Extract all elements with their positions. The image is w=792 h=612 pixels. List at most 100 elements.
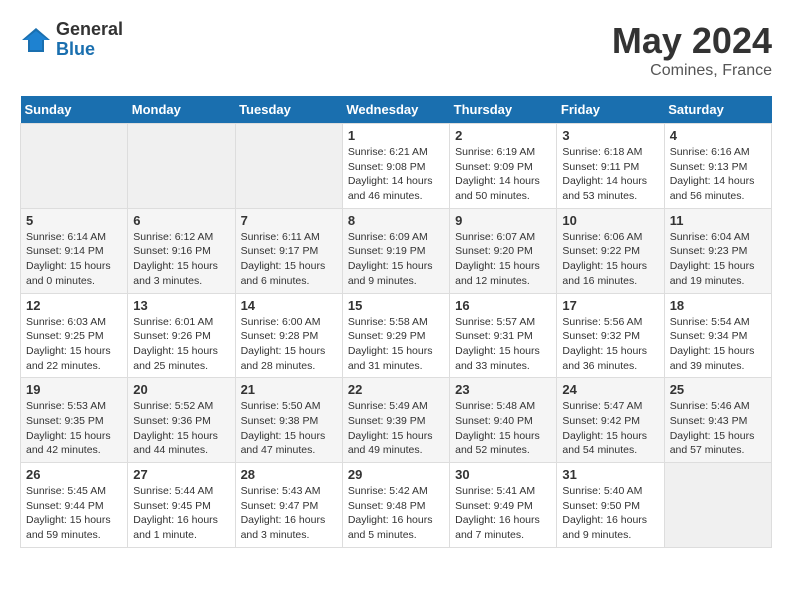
day-info: Sunrise: 5:44 AMSunset: 9:45 PMDaylight:… bbox=[133, 484, 229, 543]
day-number: 29 bbox=[348, 467, 444, 482]
calendar-cell: 23 Sunrise: 5:48 AMSunset: 9:40 PMDayligh… bbox=[450, 378, 557, 463]
calendar-cell: 30 Sunrise: 5:41 AMSunset: 9:49 PMDayligh… bbox=[450, 463, 557, 548]
calendar-table: SundayMondayTuesdayWednesdayThursdayFrid… bbox=[20, 96, 772, 548]
calendar-cell: 22 Sunrise: 5:49 AMSunset: 9:39 PMDayligh… bbox=[342, 378, 449, 463]
calendar-cell: 9 Sunrise: 6:07 AMSunset: 9:20 PMDaylight… bbox=[450, 208, 557, 293]
logo-blue: Blue bbox=[56, 40, 123, 60]
day-info: Sunrise: 5:43 AMSunset: 9:47 PMDaylight:… bbox=[241, 484, 337, 543]
day-info: Sunrise: 6:14 AMSunset: 9:14 PMDaylight:… bbox=[26, 230, 122, 289]
calendar-cell: 19 Sunrise: 5:53 AMSunset: 9:35 PMDayligh… bbox=[21, 378, 128, 463]
calendar-cell: 24Sunrise: 5:47 AMSunset: 9:42 PMDayligh… bbox=[557, 378, 664, 463]
calendar-cell: 13 Sunrise: 6:01 AMSunset: 9:26 PMDayligh… bbox=[128, 293, 235, 378]
calendar-cell bbox=[664, 463, 771, 548]
calendar-cell: 20 Sunrise: 5:52 AMSunset: 9:36 PMDayligh… bbox=[128, 378, 235, 463]
day-number: 1 bbox=[348, 128, 444, 143]
day-number: 23 bbox=[455, 382, 551, 397]
day-info: Sunrise: 5:49 AMSunset: 9:39 PMDaylight:… bbox=[348, 399, 444, 458]
day-number: 6 bbox=[133, 213, 229, 228]
day-number: 18 bbox=[670, 298, 766, 313]
calendar-cell: 25 Sunrise: 5:46 AMSunset: 9:43 PMDayligh… bbox=[664, 378, 771, 463]
day-number: 27 bbox=[133, 467, 229, 482]
logo: General Blue bbox=[20, 20, 123, 60]
day-number: 5 bbox=[26, 213, 122, 228]
week-row-4: 19 Sunrise: 5:53 AMSunset: 9:35 PMDayligh… bbox=[21, 378, 772, 463]
calendar-cell: 2 Sunrise: 6:19 AMSunset: 9:09 PMDaylight… bbox=[450, 124, 557, 209]
day-info: Sunrise: 6:04 AMSunset: 9:23 PMDaylight:… bbox=[670, 230, 766, 289]
day-number: 4 bbox=[670, 128, 766, 143]
day-number: 10 bbox=[562, 213, 658, 228]
calendar-cell: 5 Sunrise: 6:14 AMSunset: 9:14 PMDaylight… bbox=[21, 208, 128, 293]
weekday-header-thursday: Thursday bbox=[450, 96, 557, 124]
day-number: 12 bbox=[26, 298, 122, 313]
calendar-cell: 15Sunrise: 5:58 AMSunset: 9:29 PMDayligh… bbox=[342, 293, 449, 378]
day-number: 13 bbox=[133, 298, 229, 313]
title-block: May 2024 Comines, France bbox=[612, 20, 772, 80]
week-row-3: 12 Sunrise: 6:03 AMSunset: 9:25 PMDayligh… bbox=[21, 293, 772, 378]
calendar-cell: 12 Sunrise: 6:03 AMSunset: 9:25 PMDayligh… bbox=[21, 293, 128, 378]
day-info: Sunrise: 5:54 AMSunset: 9:34 PMDaylight:… bbox=[670, 315, 766, 374]
day-info: Sunrise: 6:12 AMSunset: 9:16 PMDaylight:… bbox=[133, 230, 229, 289]
day-info: Sunrise: 6:19 AMSunset: 9:09 PMDaylight:… bbox=[455, 145, 551, 204]
calendar-cell: 16Sunrise: 5:57 AMSunset: 9:31 PMDayligh… bbox=[450, 293, 557, 378]
day-info: Sunrise: 6:07 AMSunset: 9:20 PMDaylight:… bbox=[455, 230, 551, 289]
calendar-cell: 21 Sunrise: 5:50 AMSunset: 9:38 PMDayligh… bbox=[235, 378, 342, 463]
day-number: 20 bbox=[133, 382, 229, 397]
day-number: 8 bbox=[348, 213, 444, 228]
calendar-cell: 28 Sunrise: 5:43 AMSunset: 9:47 PMDayligh… bbox=[235, 463, 342, 548]
day-number: 2 bbox=[455, 128, 551, 143]
day-info: Sunrise: 5:52 AMSunset: 9:36 PMDaylight:… bbox=[133, 399, 229, 458]
header-row: SundayMondayTuesdayWednesdayThursdayFrid… bbox=[21, 96, 772, 124]
calendar-cell bbox=[21, 124, 128, 209]
calendar-cell: 1 Sunrise: 6:21 AMSunset: 9:08 PMDaylight… bbox=[342, 124, 449, 209]
day-number: 14 bbox=[241, 298, 337, 313]
subtitle: Comines, France bbox=[612, 62, 772, 80]
day-info: Sunrise: 5:48 AMSunset: 9:40 PMDaylight:… bbox=[455, 399, 551, 458]
day-number: 16 bbox=[455, 298, 551, 313]
day-number: 25 bbox=[670, 382, 766, 397]
logo-general: General bbox=[56, 20, 123, 40]
day-number: 26 bbox=[26, 467, 122, 482]
weekday-header-monday: Monday bbox=[128, 96, 235, 124]
day-info: Sunrise: 5:41 AMSunset: 9:49 PMDaylight:… bbox=[455, 484, 551, 543]
weekday-header-saturday: Saturday bbox=[664, 96, 771, 124]
day-number: 11 bbox=[670, 213, 766, 228]
calendar-cell: 7 Sunrise: 6:11 AMSunset: 9:17 PMDaylight… bbox=[235, 208, 342, 293]
day-info: Sunrise: 5:58 AMSunset: 9:29 PMDaylight:… bbox=[348, 315, 444, 374]
calendar-cell bbox=[128, 124, 235, 209]
weekday-header-wednesday: Wednesday bbox=[342, 96, 449, 124]
logo-icon bbox=[20, 26, 52, 54]
day-number: 19 bbox=[26, 382, 122, 397]
calendar-cell: 27 Sunrise: 5:44 AMSunset: 9:45 PMDayligh… bbox=[128, 463, 235, 548]
day-info: Sunrise: 5:53 AMSunset: 9:35 PMDaylight:… bbox=[26, 399, 122, 458]
day-info: Sunrise: 6:11 AMSunset: 9:17 PMDaylight:… bbox=[241, 230, 337, 289]
calendar-cell: 18 Sunrise: 5:54 AMSunset: 9:34 PMDayligh… bbox=[664, 293, 771, 378]
weekday-header-sunday: Sunday bbox=[21, 96, 128, 124]
calendar-cell: 29Sunrise: 5:42 AMSunset: 9:48 PMDayligh… bbox=[342, 463, 449, 548]
calendar-cell: 17Sunrise: 5:56 AMSunset: 9:32 PMDayligh… bbox=[557, 293, 664, 378]
day-info: Sunrise: 6:06 AMSunset: 9:22 PMDaylight:… bbox=[562, 230, 658, 289]
day-info: Sunrise: 5:50 AMSunset: 9:38 PMDaylight:… bbox=[241, 399, 337, 458]
day-number: 21 bbox=[241, 382, 337, 397]
weekday-header-tuesday: Tuesday bbox=[235, 96, 342, 124]
page-header: General Blue May 2024 Comines, France bbox=[20, 20, 772, 80]
calendar-cell: 14Sunrise: 6:00 AMSunset: 9:28 PMDayligh… bbox=[235, 293, 342, 378]
logo-text: General Blue bbox=[56, 20, 123, 60]
day-number: 24 bbox=[562, 382, 658, 397]
day-info: Sunrise: 5:46 AMSunset: 9:43 PMDaylight:… bbox=[670, 399, 766, 458]
day-number: 30 bbox=[455, 467, 551, 482]
calendar-cell bbox=[235, 124, 342, 209]
day-info: Sunrise: 5:40 AMSunset: 9:50 PMDaylight:… bbox=[562, 484, 658, 543]
day-info: Sunrise: 6:21 AMSunset: 9:08 PMDaylight:… bbox=[348, 145, 444, 204]
week-row-1: 1 Sunrise: 6:21 AMSunset: 9:08 PMDaylight… bbox=[21, 124, 772, 209]
day-number: 22 bbox=[348, 382, 444, 397]
calendar-cell: 8Sunrise: 6:09 AMSunset: 9:19 PMDaylight… bbox=[342, 208, 449, 293]
calendar-cell: 3Sunrise: 6:18 AMSunset: 9:11 PMDaylight… bbox=[557, 124, 664, 209]
day-info: Sunrise: 5:45 AMSunset: 9:44 PMDaylight:… bbox=[26, 484, 122, 543]
calendar-cell: 4Sunrise: 6:16 AMSunset: 9:13 PMDaylight… bbox=[664, 124, 771, 209]
week-row-2: 5 Sunrise: 6:14 AMSunset: 9:14 PMDaylight… bbox=[21, 208, 772, 293]
day-info: Sunrise: 6:01 AMSunset: 9:26 PMDaylight:… bbox=[133, 315, 229, 374]
day-info: Sunrise: 6:03 AMSunset: 9:25 PMDaylight:… bbox=[26, 315, 122, 374]
day-number: 7 bbox=[241, 213, 337, 228]
day-number: 9 bbox=[455, 213, 551, 228]
day-number: 28 bbox=[241, 467, 337, 482]
